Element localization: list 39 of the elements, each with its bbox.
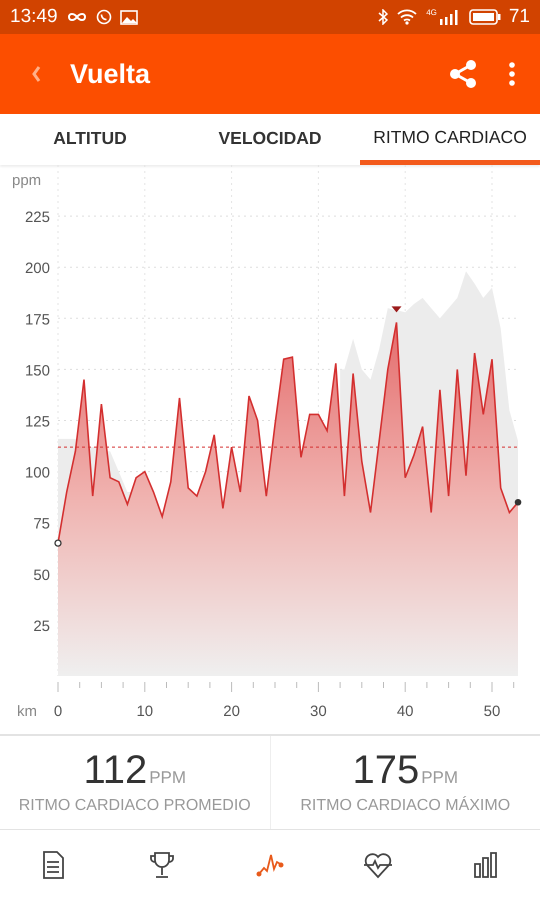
y-tick-label: 25 bbox=[33, 618, 50, 635]
stat-unit: PPM bbox=[149, 768, 186, 788]
y-tick-label: 200 bbox=[24, 260, 50, 278]
y-axis-label: ppm bbox=[12, 172, 42, 189]
y-tick-label: 125 bbox=[24, 414, 50, 430]
y-tick-label: 75 bbox=[33, 516, 50, 533]
y-tick-label: 150 bbox=[24, 362, 50, 380]
x-tick-label: 40 bbox=[396, 703, 414, 720]
screen-title: Vuelta bbox=[70, 58, 150, 90]
y-tick-label: 175 bbox=[24, 311, 50, 328]
stat-value: 175 bbox=[352, 748, 420, 793]
x-tick-label: 30 bbox=[310, 703, 327, 720]
tab[interactable]: VELOCIDAD bbox=[180, 114, 360, 165]
network-label: 4G bbox=[426, 8, 437, 17]
infinity-icon bbox=[66, 11, 88, 23]
x-axis-label: km bbox=[17, 703, 37, 720]
stat-value: 112 bbox=[83, 748, 148, 793]
y-tick-label: 225 bbox=[24, 209, 50, 226]
tab[interactable]: ALTITUD bbox=[0, 114, 180, 165]
end-point bbox=[514, 498, 522, 506]
image-icon bbox=[120, 10, 138, 24]
x-tick-label: 20 bbox=[223, 703, 240, 720]
y-tick-label: 100 bbox=[24, 464, 50, 482]
y-tick-label: 50 bbox=[33, 566, 50, 584]
chat-icon bbox=[96, 9, 112, 25]
x-tick-label: 50 bbox=[484, 703, 500, 720]
clock: 13:49 bbox=[10, 6, 58, 28]
x-tick-label: 0 bbox=[54, 703, 62, 720]
battery-level: 71 bbox=[508, 6, 530, 28]
max-marker bbox=[392, 306, 402, 312]
stat-label: RITMO CARDIACO MÁXIMO bbox=[300, 797, 510, 815]
tab[interactable]: RITMO CARDIACO bbox=[360, 114, 540, 165]
x-tick-label: 10 bbox=[136, 703, 154, 720]
start-point bbox=[54, 540, 62, 547]
stat-unit: PPM bbox=[421, 768, 458, 788]
wifi-icon bbox=[396, 9, 418, 25]
battery-icon bbox=[468, 9, 501, 25]
stat-label: RITMO CARDIACO PROMEDIO bbox=[18, 797, 251, 815]
bluetooth-icon bbox=[378, 9, 388, 25]
